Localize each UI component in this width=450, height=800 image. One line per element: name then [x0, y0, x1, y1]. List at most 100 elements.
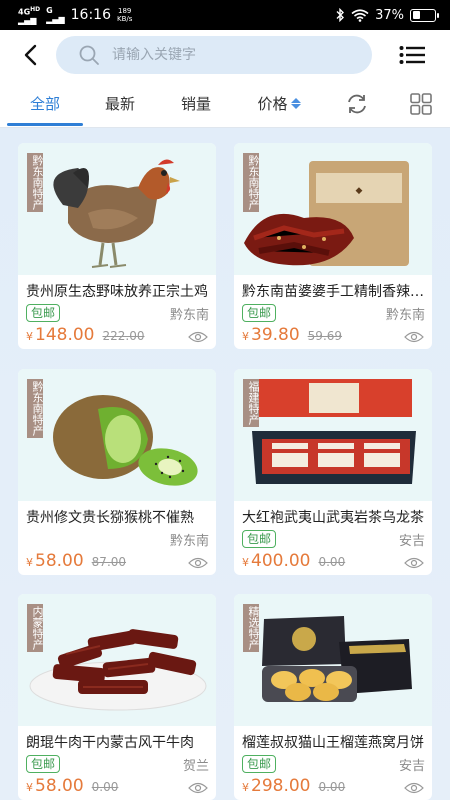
region-tag: 内蒙特产 [27, 604, 44, 652]
tab-price-label: 价格 [257, 94, 288, 113]
tab-sales-label: 销量 [180, 94, 211, 113]
currency-symbol: ¥ [242, 330, 249, 343]
product-title: 朗琨牛肉干内蒙古风干牛肉 [26, 735, 194, 751]
region-tag: 黔东南特产 [27, 379, 44, 438]
wifi-icon [351, 8, 369, 22]
network-g: G [46, 6, 53, 15]
back-button[interactable] [8, 33, 52, 77]
tab-all[interactable]: 全部 [7, 80, 83, 126]
product-price: 298.00 [251, 776, 311, 796]
menu-list-icon [399, 46, 425, 64]
clock: 16:16 [70, 7, 111, 23]
product-image-tea-box: 福建特产 [234, 369, 432, 501]
status-bar: 4GHD ▂▄▆ G ▂▄▆ 16:16 189 KB/s 37% [0, 0, 450, 30]
product-price: 58.00 [35, 551, 84, 571]
sort-tabs: 全部 最新 销量 价格 [0, 80, 450, 128]
eye-icon [188, 331, 208, 343]
hd-indicator: HD [30, 5, 41, 13]
region-tag: 黔东南特产 [27, 153, 44, 212]
bluetooth-icon [336, 8, 345, 22]
network-type: 4G [18, 7, 31, 17]
network-indicator: 4GHD ▂▄▆ [18, 5, 40, 26]
tab-all-label: 全部 [29, 94, 60, 113]
product-image-beef-jerky: ◆ 黔东南特产 [234, 143, 432, 275]
original-price: 222.00 [102, 329, 145, 343]
product-location: 黔东南 [385, 307, 425, 323]
product-title: 贵州原生态野味放养正宗土鸡 [26, 284, 208, 300]
dried-beef-image [29, 629, 207, 711]
product-location: 黔东南 [169, 533, 209, 549]
product-image-mooncake: 精选特产 [234, 594, 432, 726]
eye-icon [188, 782, 208, 794]
eye-icon [404, 557, 424, 569]
search-bar[interactable] [56, 36, 372, 74]
search-input[interactable] [112, 47, 332, 63]
active-tab-underline [7, 123, 83, 126]
product-card[interactable]: 福建特产 大红袍武夷山武夷岩茶乌龙茶 包邮 安吉 ¥ 400.00 0.00 [234, 369, 432, 575]
spicy-beef-jerky-image: ◆ [244, 161, 409, 266]
speed-unit: KB/s [116, 15, 133, 23]
currency-symbol: ¥ [26, 556, 33, 569]
product-card[interactable]: 黔东南特产 贵州原生态野味放养正宗土鸡 包邮 黔东南 ¥ 148.00 222.… [18, 143, 216, 349]
rooster-image [53, 159, 180, 268]
signal-bars-icon-2: ▂▄▆ [46, 15, 65, 24]
region-tag: 精选特产 [243, 604, 260, 652]
currency-symbol: ¥ [242, 781, 249, 794]
tab-newest-label: 最新 [104, 94, 135, 113]
currency-symbol: ¥ [242, 556, 249, 569]
free-shipping-badge: 包邮 [242, 530, 277, 548]
product-image-rooster: 黔东南特产 [18, 143, 216, 275]
sort-arrows-icon [290, 97, 301, 109]
original-price: 0.00 [318, 780, 346, 794]
network-speed: 189 KB/s [117, 7, 132, 23]
battery-icon [410, 8, 439, 22]
product-grid: 黔东南特产 贵州原生态野味放养正宗土鸡 包邮 黔东南 ¥ 148.00 222.… [0, 128, 450, 800]
tab-price[interactable]: 价格 [246, 80, 312, 126]
eye-icon [404, 331, 424, 343]
original-price: 59.69 [307, 329, 343, 343]
product-location: 安吉 [398, 758, 425, 774]
original-price: 87.00 [91, 555, 127, 569]
mooncake-gift-box-image [262, 616, 412, 702]
product-price: 400.00 [251, 551, 311, 571]
free-shipping-badge: 包邮 [242, 755, 277, 773]
network-2: G ▂▄▆ [46, 6, 64, 24]
product-image-dried-beef: 内蒙特产 [18, 594, 216, 726]
product-location: 黔东南 [169, 307, 209, 323]
free-shipping-badge: 包邮 [242, 304, 277, 322]
free-shipping-badge: 包邮 [26, 304, 61, 322]
product-card[interactable]: 黔东南特产 贵州修文贵长猕猴桃不催熟 黔东南 ¥ 58.00 87.00 [18, 369, 216, 575]
eye-icon [188, 557, 208, 569]
product-card[interactable]: ◆ 黔东南特产 黔东南苗婆婆手工精制香辣牛肉干 包邮 黔东南 ¥ 39.80 5… [234, 143, 432, 349]
currency-symbol: ¥ [26, 330, 33, 343]
speed-value: 189 [118, 7, 132, 15]
original-price: 0.00 [318, 555, 346, 569]
product-location: 安吉 [398, 533, 425, 549]
menu-button[interactable] [390, 33, 434, 77]
product-card[interactable]: 内蒙特产 朗琨牛肉干内蒙古风干牛肉 包邮 贺兰 ¥ 58.00 0.00 [18, 594, 216, 800]
tab-sales[interactable]: 销量 [160, 80, 232, 126]
eye-icon [404, 782, 424, 794]
product-card[interactable]: 精选特产 榴莲叔叔猫山王榴莲燕窝月饼 包邮 安吉 ¥ 298.00 0.00 [234, 594, 432, 800]
product-title: 大红袍武夷山武夷岩茶乌龙茶 [242, 510, 424, 526]
grid-view-icon[interactable] [409, 92, 433, 116]
currency-symbol: ¥ [26, 781, 33, 794]
signal-bars-icon: ▂▄▆ [18, 16, 37, 26]
tea-gift-box-image [252, 379, 416, 484]
back-arrow-icon [24, 44, 37, 66]
product-title: 榴莲叔叔猫山王榴莲燕窝月饼 [242, 735, 424, 751]
svg-text:◆: ◆ [356, 186, 363, 196]
refresh-icon[interactable] [345, 92, 369, 116]
region-tag: 黔东南特产 [243, 153, 260, 212]
region-tag: 福建特产 [243, 379, 260, 427]
product-location: 贺兰 [182, 758, 209, 774]
product-image-kiwi: 黔东南特产 [18, 369, 216, 501]
search-icon [79, 45, 99, 65]
battery-percent: 37% [375, 7, 404, 23]
product-title: 黔东南苗婆婆手工精制香辣牛肉干 [242, 284, 432, 300]
free-shipping-badge: 包邮 [26, 755, 61, 773]
header [0, 30, 450, 80]
kiwi-image [53, 395, 198, 486]
tab-newest[interactable]: 最新 [84, 80, 156, 126]
product-price: 39.80 [251, 325, 300, 345]
